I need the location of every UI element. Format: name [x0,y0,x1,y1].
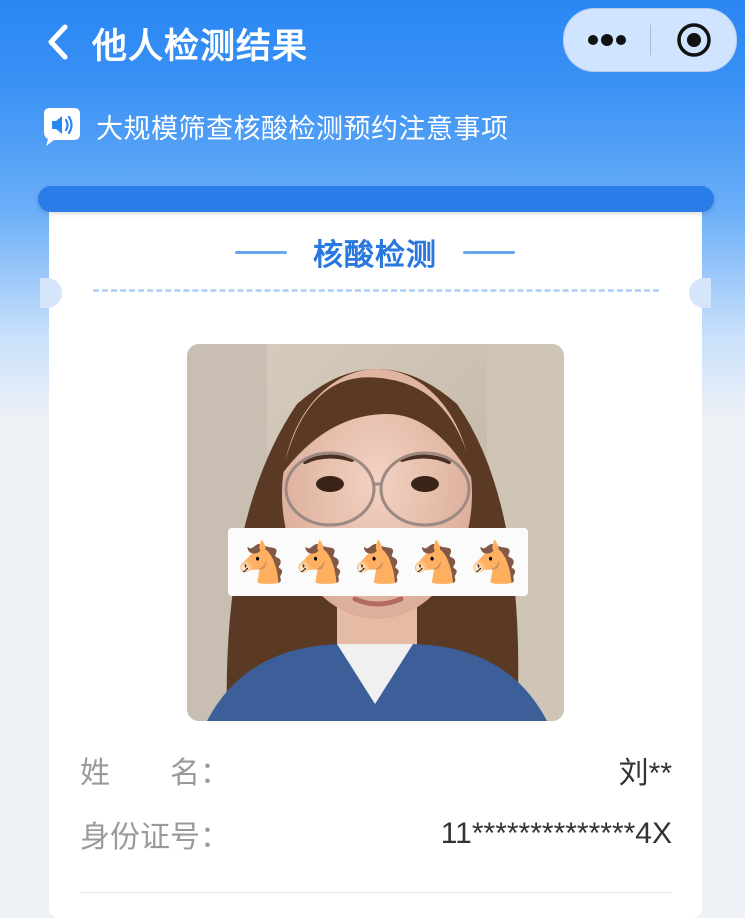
more-dots-icon [588,34,626,46]
navigation-bar: 他人检测结果 [0,0,745,90]
id-number-row: 身份证号： 11**************4X [80,812,672,856]
notice-text: 大规模筛查核酸检测预约注意事项 [96,113,509,145]
dashed-separator [93,289,659,292]
notice-banner[interactable]: 大规模筛查核酸检测预约注意事项 [40,103,509,149]
speaker-icon [40,104,84,148]
emoji-overlay: 🐴 🐴 🐴 🐴 🐴 [228,528,528,596]
close-miniprogram-button[interactable] [651,9,736,71]
section-title: 核酸检测 [200,230,550,274]
horse-emoji: 🐴 [236,539,287,586]
section-title-label: 核酸检测 [313,238,437,273]
id-number-label: 身份证号： [80,820,230,855]
horse-emoji: 🐴 [469,539,520,586]
miniprogram-capsule [563,8,737,72]
title-line-right [463,250,515,254]
horse-emoji: 🐴 [294,539,345,586]
card-slot-bar [38,186,714,212]
name-label: 姓 名： [80,756,230,791]
back-button[interactable] [38,22,78,62]
name-row: 姓 名： 刘** [80,748,672,792]
name-value: 刘** [618,757,672,790]
horse-emoji: 🐴 [411,539,462,586]
row-divider [80,892,672,893]
id-number-value: 11**************4X [440,817,672,850]
horse-emoji: 🐴 [353,539,403,586]
more-button[interactable] [564,9,650,71]
page-title: 他人检测结果 [92,27,309,67]
title-line-left [235,250,287,254]
target-close-icon [676,23,711,57]
card-notch-right [689,278,711,308]
chevron-left-icon [48,24,68,60]
